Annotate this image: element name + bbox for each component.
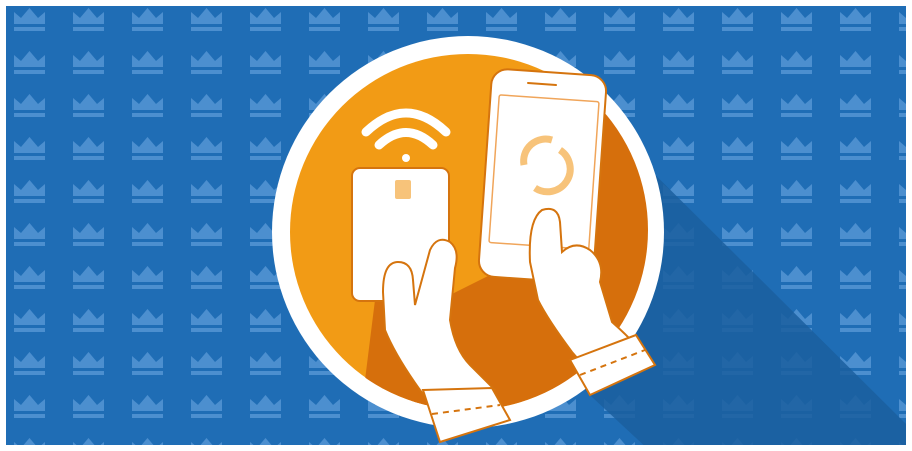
card-chip-icon [395,180,411,199]
scene-canvas [6,6,906,445]
hero-illustration [0,0,912,451]
